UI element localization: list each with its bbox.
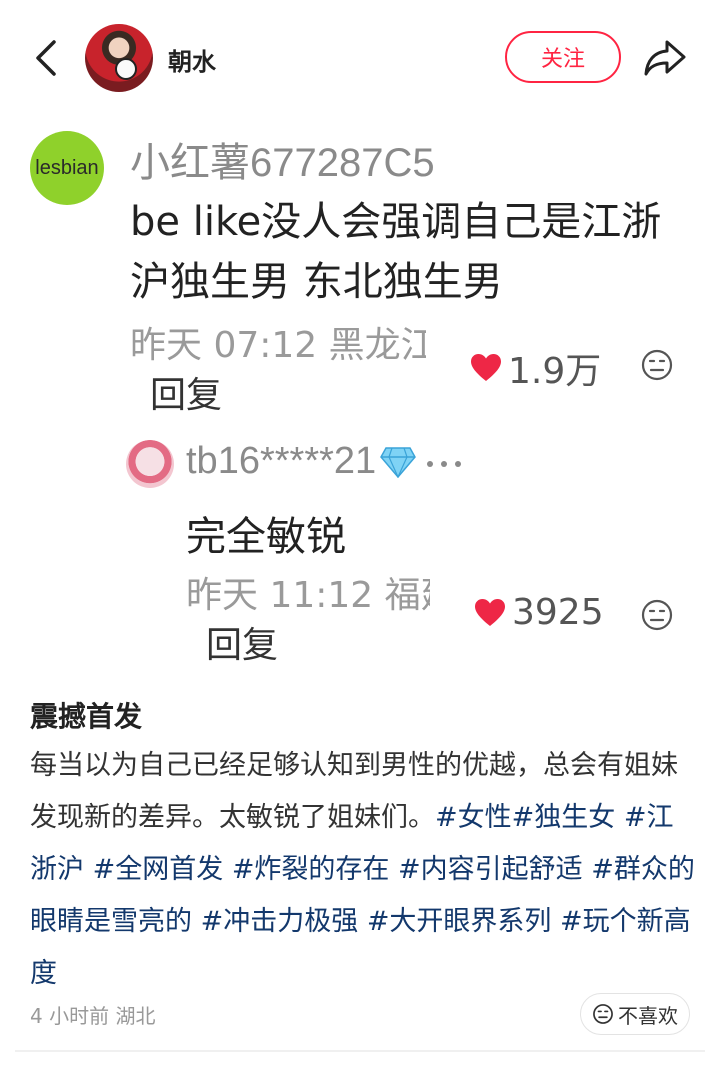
hashtag[interactable]: #内容引起舒适 — [398, 854, 583, 885]
share-button[interactable] — [640, 32, 690, 82]
avatar-text: lesbian — [35, 156, 99, 179]
hashtag[interactable]: #女性 — [435, 802, 512, 833]
back-button[interactable] — [28, 36, 64, 80]
post-dislike-button[interactable]: 不喜欢 — [580, 993, 690, 1035]
post-header: 朝水 关注 — [0, 0, 720, 116]
reply-dislike-button[interactable] — [640, 598, 674, 632]
author-name[interactable]: 朝水 — [168, 42, 216, 77]
reply-username: tb16*****21 — [186, 440, 377, 482]
divider — [15, 1050, 705, 1052]
post-title: 震撼首发 — [30, 700, 143, 733]
diamond-icon — [380, 446, 417, 478]
comment-like-count: 1.9万 — [508, 351, 602, 392]
share-icon — [644, 40, 686, 76]
hashtag[interactable]: #炸裂的存在 — [232, 854, 390, 885]
heart-icon — [475, 598, 505, 626]
comment-like-button[interactable]: 1.9万 — [470, 342, 601, 394]
heart-icon — [471, 354, 501, 381]
post-body: 每当以为自己已经足够认知到男性的优越，总会有姐妹发现新的差异。太敏锐了姐妹们。#… — [30, 740, 695, 1000]
commenter-avatar[interactable]: lesbian — [30, 131, 104, 205]
reply-username-row[interactable]: tb16*****21 — [186, 440, 466, 483]
follow-button[interactable]: 关注 — [505, 31, 621, 83]
frown-face-icon — [641, 599, 673, 631]
commenter-username[interactable]: 小红薯677287C5 — [130, 130, 435, 188]
panda-doll-icon — [115, 58, 137, 80]
hashtag[interactable]: #全网首发 — [93, 854, 224, 885]
comment-reply-button[interactable]: 回复 — [150, 366, 222, 418]
reply-like-count: 3925 — [512, 592, 604, 633]
author-avatar[interactable] — [85, 24, 153, 92]
frown-face-icon — [593, 1004, 613, 1024]
reply-avatar[interactable] — [126, 440, 174, 488]
reply-text: 完全敏锐 — [186, 514, 346, 560]
more-dots-icon — [427, 460, 462, 467]
dislike-label: 不喜欢 — [618, 1003, 678, 1028]
reply-meta: 昨天 11:12 福建 — [186, 575, 430, 616]
post-meta: 4 小时前 湖北 — [30, 1004, 156, 1028]
comment-text: be like没人会强调自己是江浙沪独生男 东北独生男 — [130, 199, 662, 305]
comment-dislike-button[interactable] — [640, 348, 674, 382]
comment-meta: 昨天 07:12 黑龙江 — [130, 325, 426, 366]
hashtag[interactable]: #大开眼界系列 — [367, 906, 552, 937]
reply-like-button[interactable]: 3925 — [474, 592, 604, 633]
reply-reply-button[interactable]: 回复 — [206, 616, 278, 668]
frown-face-icon — [641, 349, 673, 381]
chevron-left-icon — [36, 40, 56, 76]
hashtag[interactable]: #冲击力极强 — [201, 906, 359, 937]
hashtag[interactable]: #独生女 — [512, 802, 616, 833]
